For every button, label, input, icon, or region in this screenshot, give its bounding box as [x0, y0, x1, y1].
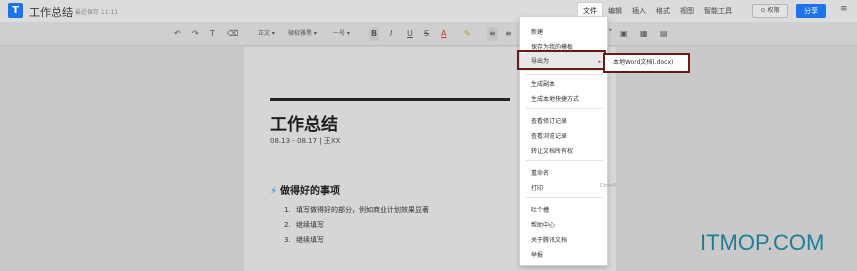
export-local-word-docx[interactable]: 本地Word文档(.docx) [613, 59, 673, 66]
font-select-value: 微软雅黑 [288, 30, 313, 37]
size-select[interactable]: 一号 ▾ [333, 27, 350, 41]
watermark: ITMOP.COM [700, 230, 825, 255]
undo-icon[interactable]: ↶ [174, 27, 181, 41]
strikethrough-button[interactable]: S [424, 27, 429, 41]
app-logo-icon[interactable]: T [8, 3, 23, 18]
redo-icon[interactable]: ↷ [192, 27, 199, 41]
document-title[interactable]: 工作总结 [29, 4, 73, 20]
style-select-value: 正文 [258, 30, 271, 37]
menu-item-view-history[interactable]: 查看浏览记录 [531, 131, 567, 140]
save-status-text: 最近保存 11:11 [75, 9, 119, 16]
top-bar: T 工作总结 最近保存 11:11 文件 编辑 插入 格式 视图 智能工具 ⊙ … [0, 0, 857, 22]
tab-format[interactable]: 格式 [651, 0, 675, 22]
menu-item-label: 新建 [531, 29, 544, 36]
list-number: 2. [284, 221, 291, 229]
menu-divider [526, 160, 603, 161]
menu-item-revision-history[interactable]: 查看修订记录 [531, 116, 567, 125]
menu-item-label: 打印 [531, 185, 544, 192]
menu-item-print[interactable]: 打印 Ctrl+P [531, 183, 616, 192]
menu-item-new[interactable]: 新建 ▸ [531, 27, 612, 36]
export-highlight-frame [517, 50, 606, 70]
menu-item-help-center[interactable]: 帮助中心 [531, 220, 555, 229]
list-number: 1. [284, 206, 291, 214]
permission-button[interactable]: ⊙ 权限 [752, 4, 788, 18]
table-icon[interactable]: ▦ [640, 27, 648, 41]
image-icon[interactable]: ▣ [620, 27, 628, 41]
list-item[interactable]: 2. 继续填写 [284, 220, 324, 230]
comment-icon[interactable]: ▤ [660, 27, 668, 41]
formatting-toolbar: ↶ ↷ T ⌫ 正文 ▾ 微软雅黑 ▾ 一号 ▾ B I U S A ✎ ≡ ≡… [0, 22, 857, 46]
export-submenu: 本地Word文档(.docx) [603, 53, 690, 73]
underline-button[interactable]: U [407, 27, 413, 41]
list-number: 3. [284, 236, 291, 244]
section-heading[interactable]: ⚡ 做得好的事项 [270, 182, 340, 197]
tab-smart-tools[interactable]: 智能工具 [699, 0, 737, 22]
highlight-button[interactable]: ✎ [464, 27, 471, 41]
menu-item-about[interactable]: 关于腾讯文档 [531, 235, 567, 244]
print-shortcut: Ctrl+P [599, 183, 616, 189]
font-select[interactable]: 微软雅黑 ▾ [288, 27, 317, 41]
chevron-right-icon: ▸ [609, 27, 612, 33]
menu-item-transfer-ownership[interactable]: 转让文档所有权 [531, 146, 573, 155]
clock-icon [68, 10, 73, 15]
list-item[interactable]: 1. 填写做得好的部分，例如商业计划效果显著 [284, 205, 429, 215]
menu-divider [526, 197, 603, 198]
format-painter-icon[interactable]: T [210, 27, 215, 41]
font-color-button[interactable]: A [441, 27, 446, 41]
list-text: 填写做得好的部分，例如商业计划效果显著 [296, 206, 429, 214]
bold-button[interactable]: B [369, 27, 380, 41]
clear-format-icon[interactable]: ⌫ [227, 27, 238, 41]
lightning-icon: ⚡ [270, 186, 278, 197]
share-button[interactable]: 分享 [796, 4, 826, 18]
list-item[interactable]: 3. 继续填写 [284, 235, 324, 245]
menu-item-local-shortcut[interactable]: 生成本地快捷方式 [531, 94, 579, 103]
menu-item-report[interactable]: 举报 [531, 250, 543, 259]
list-text: 继续填写 [296, 236, 324, 244]
menu-item-rename[interactable]: 重命名 [531, 168, 549, 177]
save-status: 最近保存 11:11 [68, 7, 118, 16]
menu-divider [526, 108, 603, 109]
italic-button[interactable]: I [390, 27, 392, 41]
list-text: 继续填写 [296, 221, 324, 229]
tab-insert[interactable]: 插入 [627, 0, 651, 22]
section-heading-text: 做得好的事项 [280, 186, 341, 197]
style-select[interactable]: 正文 ▾ [258, 27, 275, 41]
more-icon[interactable]: ≡ [840, 4, 848, 14]
menu-divider [526, 74, 603, 75]
permission-label: 权限 [767, 7, 780, 14]
page-meta[interactable]: 08.13 - 08.17 | 王XX [270, 136, 340, 146]
menu-item-make-copy[interactable]: 生成副本 [531, 79, 555, 88]
tab-view[interactable]: 视图 [675, 0, 699, 22]
align-center-button[interactable]: ≡ [505, 27, 512, 41]
page-title[interactable]: 工作总结 [270, 110, 338, 135]
size-select-value: 一号 [333, 30, 346, 37]
menu-item-feedback[interactable]: 吐个槽 [531, 205, 549, 214]
align-left-button[interactable]: ≡ [487, 27, 498, 41]
title-divider [270, 98, 510, 101]
